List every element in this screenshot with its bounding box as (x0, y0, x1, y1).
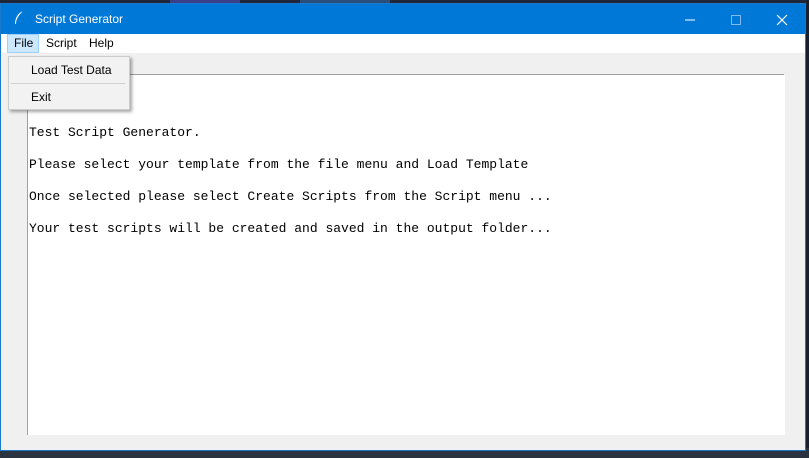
close-button[interactable] (759, 4, 805, 34)
text-line: Once selected please select Create Scrip… (29, 189, 552, 204)
close-icon (776, 14, 788, 26)
window-title: Script Generator (35, 12, 124, 26)
exit-menu-item[interactable]: Exit (9, 87, 127, 107)
minimize-icon (685, 19, 695, 21)
title-bar[interactable]: Script Generator (1, 4, 805, 34)
feather-icon (11, 10, 27, 26)
maximize-icon (731, 15, 741, 25)
menu-separator (11, 83, 125, 84)
menu-file[interactable]: File (7, 34, 39, 53)
load-test-data-menu-item[interactable]: Load Test Data (9, 60, 127, 80)
text-line: Your test scripts will be created and sa… (29, 221, 552, 236)
menu-bar: File Script Help (1, 34, 805, 53)
output-text-area[interactable]: Test Script Generator. Please select you… (27, 75, 785, 435)
maximize-button[interactable] (713, 4, 759, 34)
text-line: Please select your template from the fil… (29, 157, 529, 172)
text-line: Test Script Generator. (29, 125, 201, 140)
app-window: Script Generator File Script Help Test S… (0, 3, 806, 451)
menu-help[interactable]: Help (83, 34, 120, 53)
menu-script[interactable]: Script (40, 34, 83, 53)
file-menu-dropdown: Load Test Data Exit (8, 56, 130, 110)
minimize-button[interactable] (667, 4, 713, 34)
